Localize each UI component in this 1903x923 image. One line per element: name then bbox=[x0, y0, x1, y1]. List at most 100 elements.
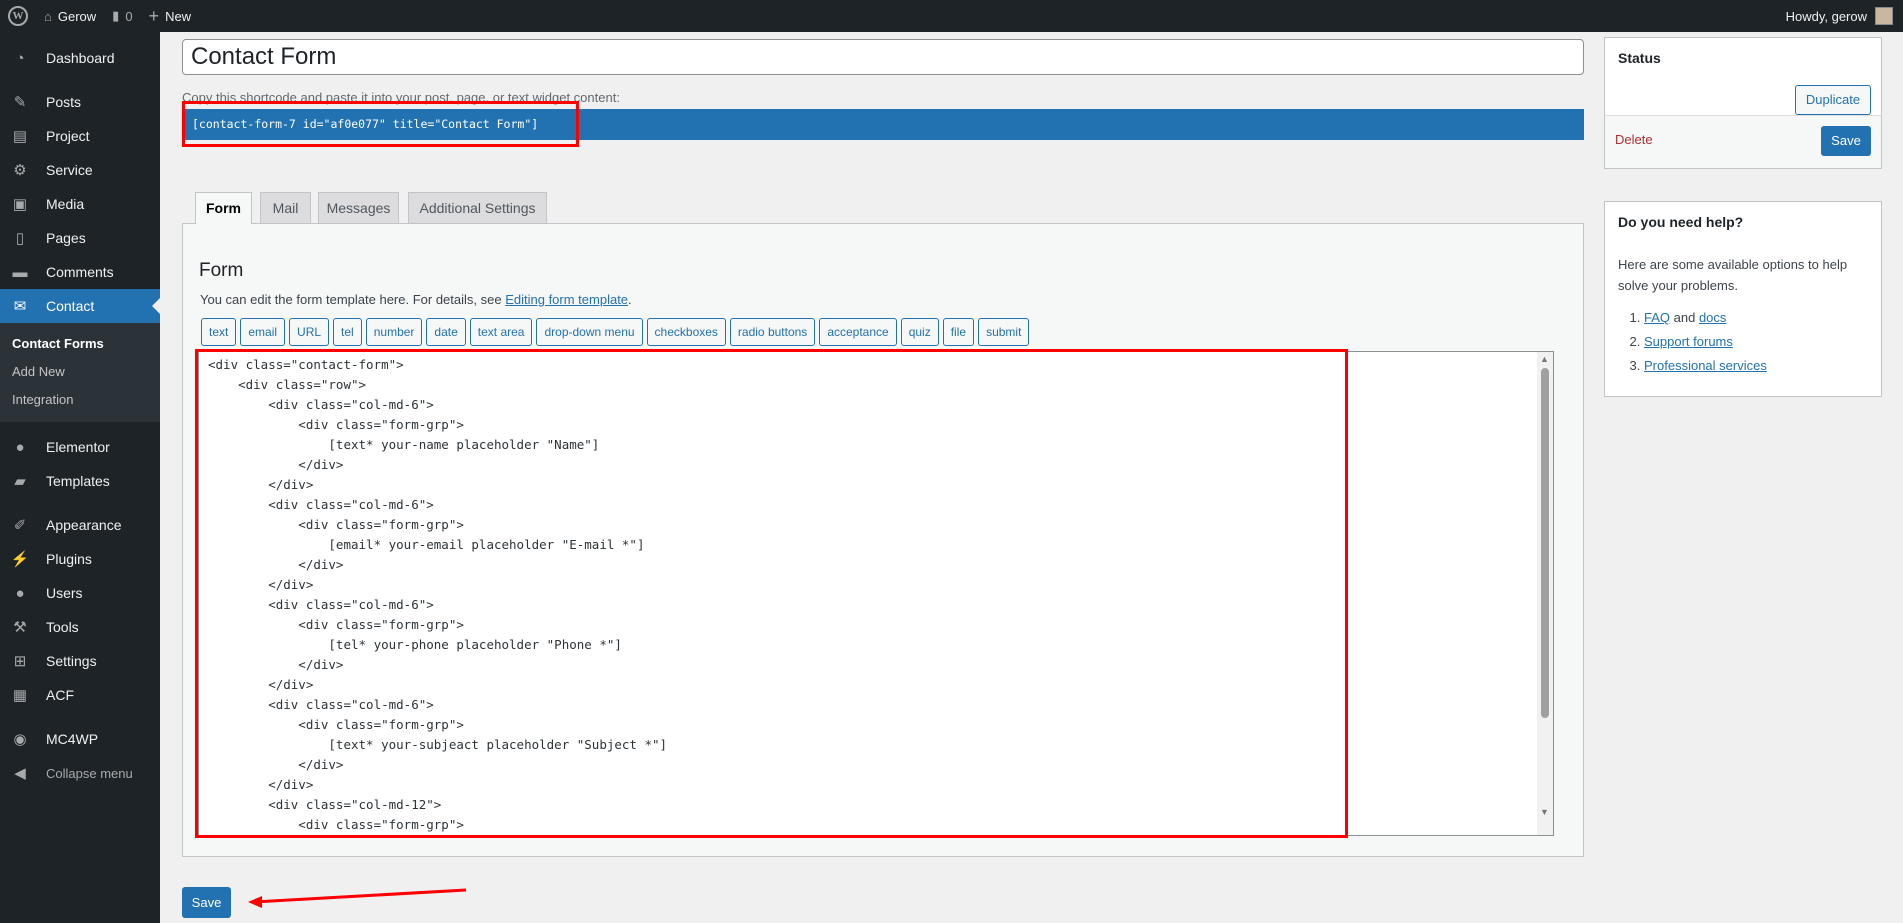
sidebar-item-posts[interactable]: ✎ Posts bbox=[0, 85, 160, 119]
tag-number-button[interactable]: number bbox=[365, 318, 423, 346]
sidebar-item-comments[interactable]: ▬ Comments bbox=[0, 255, 160, 289]
form-title-input[interactable]: Contact Form bbox=[182, 39, 1584, 75]
scrollbar-thumb[interactable] bbox=[1541, 368, 1549, 718]
tag-url-button[interactable]: URL bbox=[289, 318, 330, 346]
sidebar-item-appearance[interactable]: ✐ Appearance bbox=[0, 508, 160, 542]
professional-services-link[interactable]: Professional services bbox=[1644, 358, 1767, 373]
howdy-text: Howdy, gerow bbox=[1785, 8, 1867, 24]
plus-icon: + bbox=[148, 5, 160, 26]
tag-textarea-button[interactable]: text area bbox=[469, 318, 533, 346]
support-forums-link[interactable]: Support forums bbox=[1644, 334, 1733, 349]
sidebar-item-label: Tools bbox=[46, 619, 79, 635]
sidebar-item-tools[interactable]: ⚒ Tools bbox=[0, 610, 160, 644]
save-button-sidebar[interactable]: Save bbox=[1821, 126, 1871, 156]
tab-messages[interactable]: Messages bbox=[318, 192, 399, 223]
scroll-up-icon[interactable]: ▲ bbox=[1540, 354, 1549, 364]
brush-icon: ✐ bbox=[13, 517, 27, 534]
plug-icon: ⚡ bbox=[10, 551, 30, 568]
sidebar-item-label: Plugins bbox=[46, 551, 92, 567]
sidebar-item-label: Posts bbox=[46, 94, 82, 110]
save-button[interactable]: Save bbox=[182, 887, 231, 918]
tag-date-button[interactable]: date bbox=[426, 318, 466, 346]
description-text: You can edit the form template here. For… bbox=[200, 292, 506, 307]
status-actions: Delete Save bbox=[1605, 115, 1881, 168]
docs-link[interactable]: docs bbox=[1699, 310, 1726, 325]
sidebar-item-label: Media bbox=[46, 196, 85, 212]
collapse-label: Collapse menu bbox=[46, 765, 133, 781]
help-heading: Do you need help? bbox=[1618, 214, 1744, 230]
tag-file-button[interactable]: file bbox=[942, 318, 975, 346]
gear-icon: ⚙ bbox=[13, 162, 27, 179]
sidebar-item-acf[interactable]: ▦ ACF bbox=[0, 678, 160, 712]
sidebar-item-label: Contact bbox=[46, 298, 95, 314]
tag-radio-button[interactable]: radio buttons bbox=[729, 318, 816, 346]
sidebar-item-contact[interactable]: ✉ Contact bbox=[0, 289, 160, 323]
submenu-contact-forms[interactable]: Contact Forms bbox=[0, 330, 160, 358]
comments-link[interactable]: ▮ 0 bbox=[104, 0, 140, 32]
tag-text-button[interactable]: text bbox=[201, 318, 237, 346]
shortcode-instructions: Copy this shortcode and paste it into yo… bbox=[182, 90, 620, 105]
sidebar-item-label: Service bbox=[46, 162, 93, 178]
arrow-head bbox=[248, 896, 262, 908]
duplicate-button[interactable]: Duplicate bbox=[1795, 85, 1871, 115]
sidebar-item-label: Comments bbox=[46, 264, 114, 280]
form-template-editor[interactable]: <div class="contact-form"> <div class="r… bbox=[198, 351, 1554, 836]
tab-additional-settings[interactable]: Additional Settings bbox=[408, 192, 547, 223]
sidebar-item-label: Dashboard bbox=[46, 50, 115, 66]
tag-dropdown-button[interactable]: drop-down menu bbox=[536, 318, 643, 346]
sidebar-item-media[interactable]: ▣ Media bbox=[0, 187, 160, 221]
tag-email-button[interactable]: email bbox=[240, 318, 286, 346]
wrench-icon: ⚒ bbox=[13, 619, 27, 636]
pages-icon: ▯ bbox=[15, 230, 25, 247]
submenu-integration[interactable]: Integration bbox=[0, 386, 160, 414]
comment-count: 0 bbox=[125, 8, 133, 24]
sidebar-item-pages[interactable]: ▯ Pages bbox=[0, 221, 160, 255]
arrow-line bbox=[253, 888, 467, 904]
sidebar-item-label: Appearance bbox=[46, 517, 122, 533]
account-menu[interactable]: Howdy, gerow bbox=[1786, 7, 1903, 25]
sidebar-item-users[interactable]: ● Users bbox=[0, 576, 160, 610]
sidebar-item-templates[interactable]: ▰ Templates bbox=[0, 464, 160, 498]
tab-form[interactable]: Form bbox=[195, 192, 252, 224]
tag-acceptance-button[interactable]: acceptance bbox=[819, 318, 897, 346]
editor-scrollbar[interactable]: ▲ ▼ bbox=[1537, 352, 1553, 835]
new-link[interactable]: + New bbox=[141, 0, 200, 32]
envelope-icon: ✉ bbox=[13, 298, 27, 315]
sidebar-item-mc4wp[interactable]: ◉ MC4WP bbox=[0, 722, 160, 756]
tag-submit-button[interactable]: submit bbox=[978, 318, 1030, 346]
tag-quiz-button[interactable]: quiz bbox=[900, 318, 939, 346]
sidebar-item-dashboard[interactable]: ◔ Dashboard bbox=[0, 41, 160, 75]
collapse-menu-button[interactable]: ◀ Collapse menu bbox=[0, 756, 160, 790]
help-item-services: Professional services bbox=[1644, 354, 1767, 378]
delete-link[interactable]: Delete bbox=[1615, 132, 1653, 147]
help-item-forums: Support forums bbox=[1644, 330, 1767, 354]
wordpress-logo-button[interactable]: W bbox=[0, 0, 36, 32]
form-description: You can edit the form template here. For… bbox=[200, 292, 632, 307]
tag-checkboxes-button[interactable]: checkboxes bbox=[646, 318, 726, 346]
sliders-icon: ⊞ bbox=[13, 653, 27, 670]
elementor-icon: ● bbox=[15, 438, 25, 456]
sidebar-item-label: MC4WP bbox=[46, 731, 99, 747]
sidebar-item-label: Templates bbox=[46, 473, 110, 489]
editing-form-template-link[interactable]: Editing form template bbox=[505, 292, 628, 307]
sidebar-item-label: ACF bbox=[46, 687, 74, 703]
sidebar-item-plugins[interactable]: ⚡ Plugins bbox=[0, 542, 160, 576]
media-icon: ▣ bbox=[12, 196, 28, 213]
shortcode-field[interactable]: [contact-form-7 id="af0e077" title="Cont… bbox=[182, 109, 1584, 140]
submenu-add-new[interactable]: Add New bbox=[0, 358, 160, 386]
tag-tel-button[interactable]: tel bbox=[333, 318, 362, 346]
sidebar-item-project[interactable]: ▤ Project bbox=[0, 119, 160, 153]
scroll-down-icon[interactable]: ▼ bbox=[1540, 807, 1549, 817]
site-link[interactable]: ⌂ Gerow bbox=[36, 0, 104, 32]
help-links: FAQ and docs Support forums Professional… bbox=[1644, 306, 1767, 378]
sidebar-item-service[interactable]: ⚙ Service bbox=[0, 153, 160, 187]
sidebar-item-elementor[interactable]: ● Elementor bbox=[0, 430, 160, 464]
sidebar-item-settings[interactable]: ⊞ Settings bbox=[0, 644, 160, 678]
help-text: Here are some available options to help … bbox=[1618, 257, 1848, 293]
site-name: Gerow bbox=[57, 8, 97, 24]
form-template-code[interactable]: <div class="contact-form"> <div class="r… bbox=[199, 352, 1553, 835]
tab-mail[interactable]: Mail bbox=[260, 192, 311, 223]
faq-link[interactable]: FAQ bbox=[1644, 310, 1670, 325]
wordpress-icon: W bbox=[8, 6, 28, 26]
sidebar-item-label: Pages bbox=[46, 230, 86, 246]
